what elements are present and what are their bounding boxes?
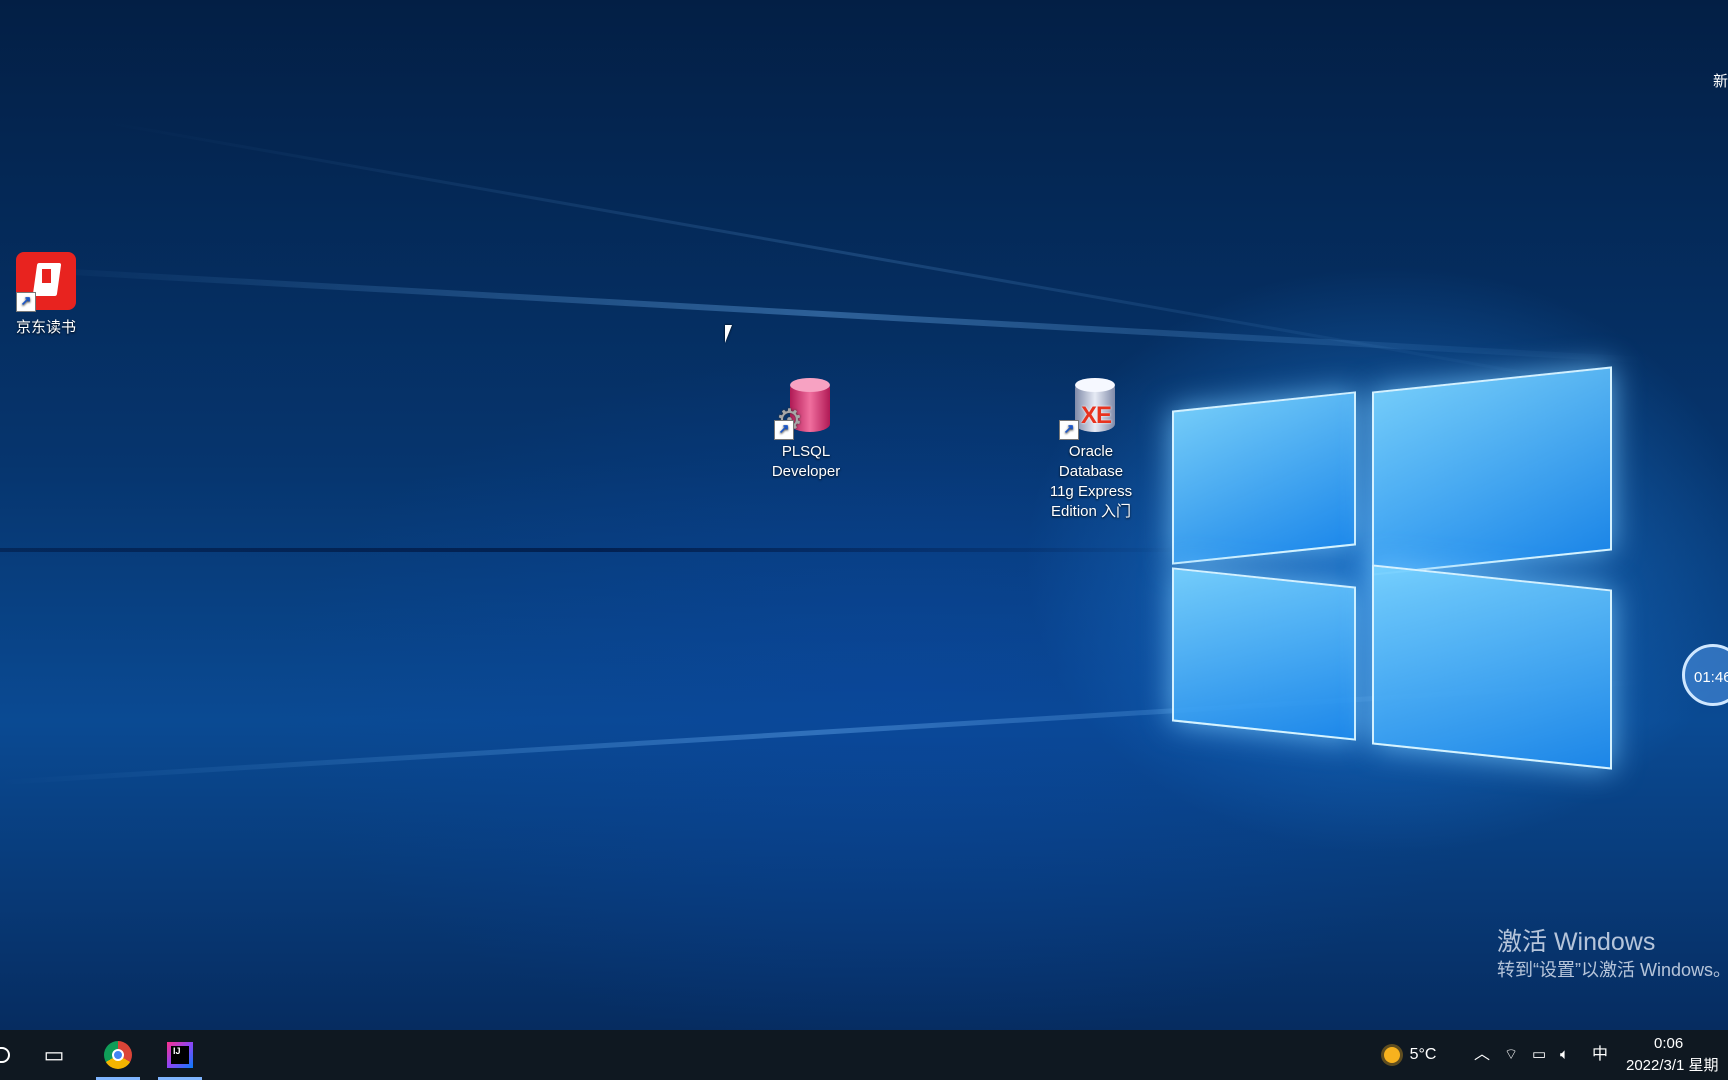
taskbar-app-intellij[interactable]: IJ	[154, 1030, 206, 1080]
intellij-idea-icon: IJ	[167, 1042, 193, 1068]
desktop-icon-label: 京东读书	[15, 319, 76, 336]
chevron-up-icon[interactable]: ︿	[1474, 1030, 1490, 1080]
xe-badge: XE	[1081, 402, 1112, 429]
light-beam	[0, 548, 1200, 552]
logo-pane	[1372, 366, 1612, 576]
desktop-icon-label-line: Database	[1058, 463, 1124, 480]
shortcut-arrow-icon: ↗	[774, 420, 794, 440]
ij-badge: IJ	[171, 1046, 189, 1064]
desktop-icon-label-line: PLSQL	[781, 443, 831, 460]
oracle-xe-icon: XE ↗	[1059, 376, 1123, 440]
jd-reader-icon: ↗	[16, 252, 76, 312]
mouse-cursor-icon	[725, 325, 739, 343]
desktop-icon-oracle-xe[interactable]: XE ↗ Oracle Database 11g Express Edition…	[1036, 376, 1146, 522]
sun-icon	[1383, 1047, 1400, 1063]
clock-date: 2022/3/1 星期	[1626, 1057, 1719, 1074]
taskbar-app-chrome[interactable]	[92, 1030, 144, 1080]
shortcut-arrow-icon: ↗	[16, 292, 36, 312]
chrome-icon	[104, 1041, 132, 1069]
desktop-icon-jd-reader[interactable]: ↗ 京东读书	[6, 252, 86, 338]
desktop[interactable]: ↗ 京东读书 ⚙ ↗ PLSQL Developer XE ↗ Oracle D…	[0, 0, 1728, 1030]
logo-pane	[1172, 391, 1356, 565]
search-icon[interactable]	[0, 1030, 10, 1080]
weather-temperature: 5°C	[1409, 1046, 1437, 1063]
activation-subtitle: 转到“设置”以激活 Windows。	[1497, 960, 1728, 980]
battery-icon[interactable]: ▭	[1532, 1030, 1546, 1080]
weather-widget[interactable]: 5°C	[1380, 1030, 1440, 1080]
plsql-developer-icon: ⚙ ↗	[774, 376, 838, 440]
logo-pane	[1372, 564, 1612, 770]
activation-watermark: 激活 Windows 转到“设置”以激活 Windows。	[1497, 926, 1728, 982]
desktop-icon-plsql-developer[interactable]: ⚙ ↗ PLSQL Developer	[756, 376, 856, 482]
edge-text: 新	[1712, 73, 1728, 90]
shortcut-arrow-icon: ↗	[1059, 420, 1079, 440]
task-view-icon[interactable]: ▭	[34, 1030, 74, 1080]
clock-time: 0:06	[1654, 1035, 1684, 1052]
system-clock[interactable]: 0:06 2022/3/1 星期	[1626, 1033, 1728, 1077]
floating-timer-widget[interactable]: 01:46	[1682, 644, 1728, 706]
desktop-icon-label-line: Developer	[771, 463, 841, 480]
desktop-icon-label-line: Oracle	[1068, 443, 1114, 460]
taskbar: ▭ IJ 5°C ︿ ⌔ ▭ 🔈︎ 中 0:06 2022/3/1 星期	[0, 1030, 1728, 1080]
desktop-icon-label-line: 11g Express	[1049, 483, 1133, 500]
volume-icon[interactable]: 🔈︎	[1560, 1030, 1569, 1080]
windows-logo-wallpaper	[1168, 345, 1612, 785]
ime-indicator[interactable]: 中	[1592, 1030, 1608, 1080]
logo-pane	[1172, 567, 1356, 741]
desktop-icon-label-line: Edition 入门	[1050, 503, 1132, 520]
activation-title: 激活 Windows	[1497, 928, 1656, 956]
wifi-icon[interactable]: ⌔	[1504, 1030, 1518, 1080]
